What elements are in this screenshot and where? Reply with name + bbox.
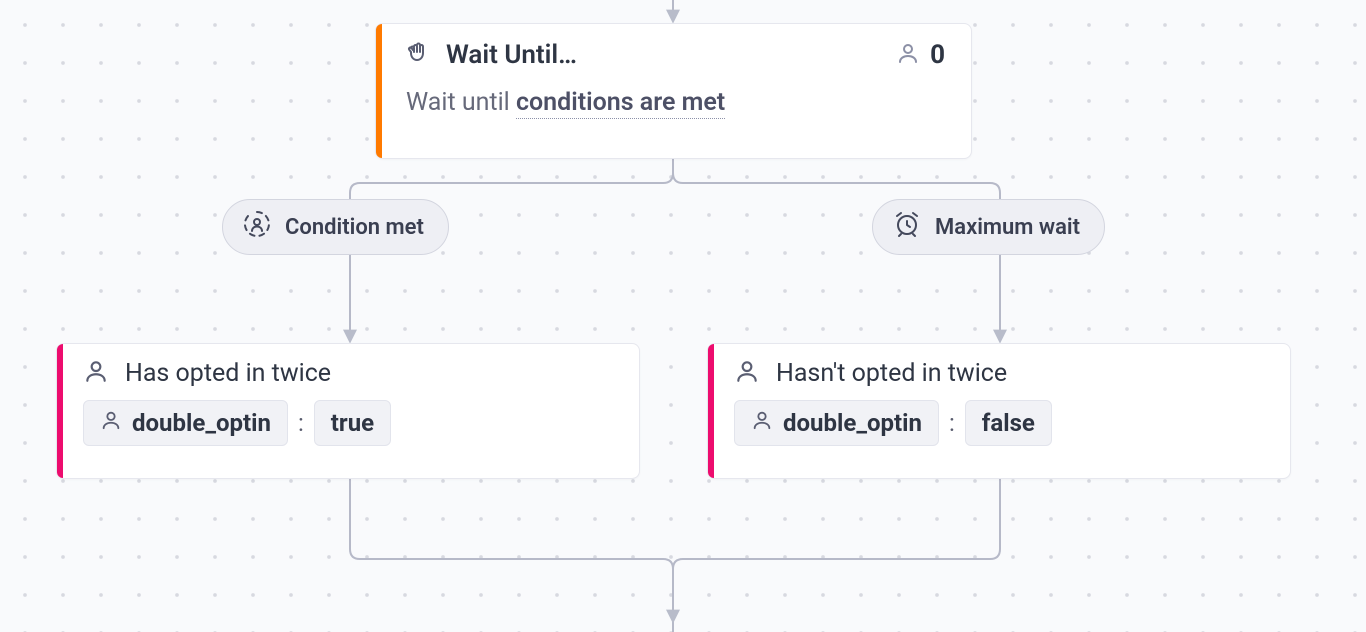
person-icon	[734, 358, 760, 388]
person-icon	[751, 409, 773, 437]
condition-met-icon	[243, 210, 271, 244]
value-token-right[interactable]: false	[965, 400, 1052, 446]
attribute-value-left: true	[331, 409, 374, 437]
assignment-row-right: double_optin : false	[734, 400, 1268, 446]
chip-maximum-wait-label: Maximum wait	[935, 215, 1080, 240]
value-token-left[interactable]: true	[314, 400, 391, 446]
assignment-row-left: double_optin : true	[83, 400, 617, 446]
person-icon	[83, 358, 109, 388]
node-title-right: Hasn't opted in twice	[776, 359, 1007, 388]
alarm-clock-icon	[893, 210, 921, 244]
person-icon	[896, 41, 920, 69]
wait-until-count-value: 0	[930, 40, 945, 70]
attribute-token-right[interactable]: double_optin	[734, 400, 939, 446]
attribute-name-right: double_optin	[783, 409, 922, 437]
node-accent-left	[57, 344, 63, 478]
node-accent-right	[708, 344, 714, 478]
attribute-value-right: false	[982, 409, 1035, 437]
hand-stop-icon	[406, 40, 430, 70]
colon-separator-left: :	[298, 409, 304, 437]
node-has-opted-in[interactable]: Has opted in twice double_optin : true	[56, 343, 640, 479]
attribute-name-left: double_optin	[132, 409, 271, 437]
node-title-left: Has opted in twice	[125, 359, 331, 388]
person-icon	[100, 409, 122, 437]
chip-condition-met-label: Condition met	[285, 215, 424, 240]
wait-until-count: 0	[896, 40, 945, 70]
attribute-token-left[interactable]: double_optin	[83, 400, 288, 446]
wait-conditions-link[interactable]: conditions are met	[516, 88, 725, 119]
wait-until-accent	[376, 24, 382, 158]
chip-maximum-wait: Maximum wait	[872, 199, 1105, 255]
node-hasnt-opted-in[interactable]: Hasn't opted in twice double_optin : fal…	[707, 343, 1291, 479]
colon-separator-right: :	[949, 409, 955, 437]
chip-condition-met: Condition met	[222, 199, 449, 255]
wait-until-description: Wait until conditions are met	[406, 88, 945, 117]
wait-desc-prefix: Wait until	[406, 88, 516, 117]
wait-until-title: Wait Until…	[446, 40, 577, 70]
wait-until-node[interactable]: Wait Until… 0 Wait until conditions are …	[375, 23, 972, 159]
